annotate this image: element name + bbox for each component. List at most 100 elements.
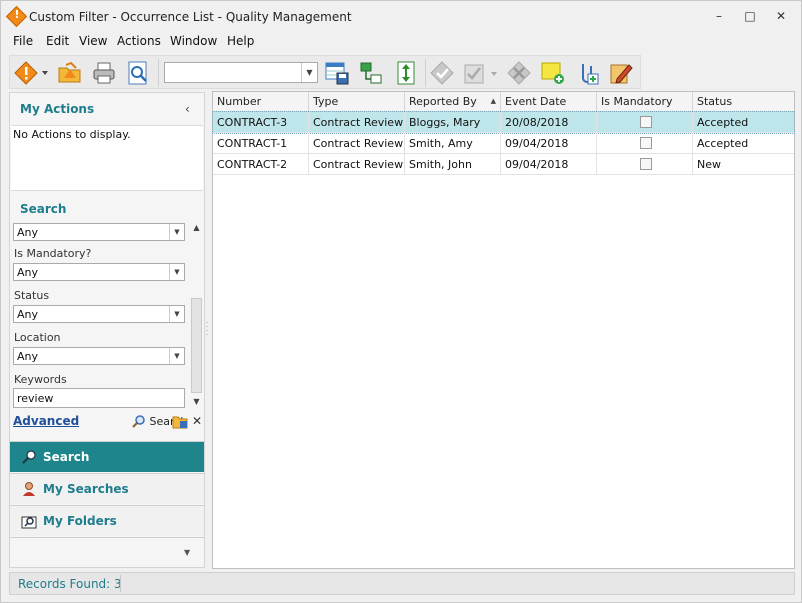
print-icon[interactable] — [92, 61, 116, 85]
open-folder-icon[interactable] — [58, 61, 82, 85]
title-bar: ! Custom Filter - Occurrence List - Qual… — [1, 1, 801, 31]
close-window-button[interactable]: ✕ — [774, 9, 788, 23]
menu-view[interactable]: View — [79, 34, 107, 48]
search-scrollbar[interactable]: ▲ ▼ — [190, 223, 203, 409]
toolbar-separator — [425, 59, 426, 87]
column-header-event-date[interactable]: Event Date — [501, 92, 597, 112]
delete-icon[interactable] — [507, 61, 531, 85]
cell-event-date: 20/08/2018 — [501, 112, 597, 133]
status-value: Any — [17, 308, 39, 321]
panel-splitter-handle[interactable]: · · · · — [206, 320, 210, 339]
menu-actions[interactable]: Actions — [117, 34, 161, 48]
no-actions-text: No Actions to display. — [13, 128, 131, 141]
save-layout-icon[interactable] — [325, 61, 349, 85]
column-header-status[interactable]: Status — [693, 92, 794, 112]
preview-icon[interactable] — [126, 61, 150, 85]
menu-file[interactable]: File — [13, 34, 33, 48]
chevron-down-icon[interactable]: ▼ — [169, 224, 184, 240]
menu-window[interactable]: Window — [170, 34, 217, 48]
location-select[interactable]: Any ▼ — [13, 347, 185, 365]
nav-my-folders-label: My Folders — [43, 514, 117, 528]
menu-edit[interactable]: Edit — [46, 34, 69, 48]
cell-event-date: 09/04/2018 — [501, 154, 597, 175]
cell-status: Accepted — [697, 116, 749, 129]
nav-divider — [10, 537, 204, 538]
search-people-icon — [22, 450, 36, 464]
scroll-down-icon[interactable]: ▼ — [190, 397, 203, 409]
cell-event-date: 09/04/2018 — [501, 133, 597, 154]
is-mandatory-checkbox[interactable] — [640, 116, 652, 128]
filter-select-value: Any — [17, 226, 39, 239]
nav-my-searches[interactable]: My Searches — [10, 473, 204, 504]
workflow-icon[interactable] — [359, 61, 383, 85]
column-header-is-mandatory[interactable]: Is Mandatory — [597, 92, 693, 112]
filter-select-first[interactable]: Any ▼ — [13, 223, 185, 241]
chevron-down-icon[interactable]: ▼ — [301, 63, 317, 82]
toolbar: ▼ — [9, 55, 641, 89]
table-row[interactable]: CONTRACT-2 Contract Review Smith, John 0… — [213, 154, 794, 175]
status-select[interactable]: Any ▼ — [13, 305, 185, 323]
is-mandatory-label: Is Mandatory? — [14, 247, 92, 260]
add-note-icon[interactable] — [541, 61, 565, 85]
chevron-down-icon[interactable]: ▼ — [169, 348, 184, 364]
cell-reported-by: Smith, John — [405, 154, 501, 175]
toolbar-separator — [158, 59, 159, 87]
is-mandatory-checkbox[interactable] — [640, 137, 652, 149]
scroll-up-icon[interactable]: ▲ — [190, 223, 203, 235]
minimize-button[interactable]: – — [712, 9, 726, 23]
cell-status: Accepted — [697, 137, 749, 150]
grid-header: Number Type Reported By ▲ Event Date Is … — [213, 92, 794, 112]
window-title: Custom Filter - Occurrence List - Qualit… — [29, 10, 352, 24]
attach-icon[interactable] — [575, 61, 599, 85]
status-separator — [120, 575, 121, 592]
cell-reported-by: Smith, Amy — [405, 133, 501, 154]
is-mandatory-select[interactable]: Any ▼ — [13, 263, 185, 281]
maximize-button[interactable]: □ — [743, 9, 757, 23]
menu-help[interactable]: Help — [227, 34, 254, 48]
cell-type: Contract Review — [309, 133, 405, 154]
scrollbar-thumb[interactable] — [191, 298, 202, 393]
cell-number: CONTRACT-2 — [213, 154, 309, 175]
cell-status: New — [697, 158, 721, 171]
location-value: Any — [17, 350, 39, 363]
toolbar-filter-combo[interactable]: ▼ — [164, 62, 318, 83]
save-search-icon[interactable] — [172, 413, 188, 432]
keywords-input[interactable]: review — [13, 388, 185, 408]
new-occurrence-icon[interactable] — [14, 61, 48, 85]
status-label: Status — [14, 289, 50, 302]
app-warning-icon-mark: ! — [14, 8, 20, 21]
chevron-down-icon[interactable]: ▼ — [169, 264, 184, 280]
advanced-search-link[interactable]: Advanced — [13, 414, 79, 428]
folder-search-icon — [21, 516, 37, 529]
nav-search-label: Search — [43, 450, 90, 464]
column-header-reported-by-label: Reported By — [409, 95, 477, 108]
cell-type: Contract Review — [309, 154, 405, 175]
menu-bar: File Edit View Actions Window Help — [1, 31, 801, 53]
sign-off-icon[interactable] — [464, 61, 497, 85]
column-header-type[interactable]: Type — [309, 92, 405, 112]
table-row[interactable]: CONTRACT-1 Contract Review Smith, Amy 09… — [213, 133, 794, 154]
approve-icon[interactable] — [430, 61, 454, 85]
clear-search-icon[interactable]: ✕ — [192, 414, 202, 428]
cell-type: Contract Review — [309, 112, 405, 133]
my-actions-box: No Actions to display. — [11, 125, 203, 191]
collapse-panel-icon[interactable]: ‹ — [185, 102, 190, 116]
edit-icon[interactable] — [609, 61, 633, 85]
cell-reported-by: Bloggs, Mary — [405, 112, 501, 133]
chevron-down-icon[interactable]: ▼ — [169, 306, 184, 322]
my-actions-title: My Actions — [20, 102, 95, 116]
nav-more-icon[interactable]: ▼ — [184, 548, 190, 557]
table-row[interactable]: CONTRACT-3 Contract Review Bloggs, Mary … — [212, 111, 795, 134]
keywords-label: Keywords — [14, 373, 67, 386]
is-mandatory-checkbox[interactable] — [640, 158, 652, 170]
occurrence-grid: Number Type Reported By ▲ Event Date Is … — [212, 91, 795, 569]
nav-search[interactable]: Search — [10, 441, 204, 472]
left-panel: My Actions ‹ No Actions to display. Sear… — [9, 92, 205, 568]
column-header-reported-by[interactable]: Reported By ▲ — [405, 92, 501, 112]
user-search-icon — [23, 482, 35, 496]
expand-rows-icon[interactable] — [394, 61, 418, 85]
column-header-number[interactable]: Number — [213, 92, 309, 112]
nav-my-folders[interactable]: My Folders — [10, 505, 204, 536]
cell-number: CONTRACT-3 — [213, 112, 309, 133]
application-window: ! Custom Filter - Occurrence List - Qual… — [0, 0, 802, 603]
